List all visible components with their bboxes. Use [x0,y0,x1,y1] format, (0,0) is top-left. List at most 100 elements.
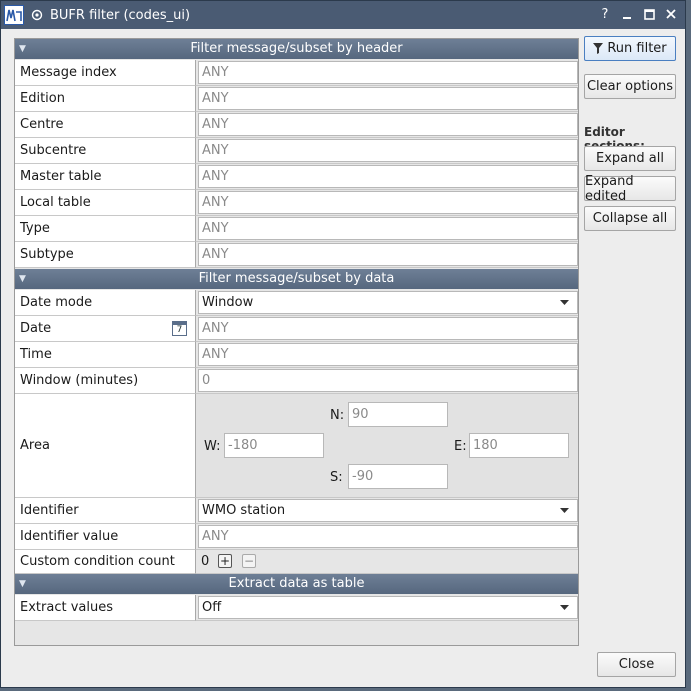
run-filter-button[interactable]: Run filter [584,36,676,61]
date-mode-select[interactable]: Window [198,291,578,314]
date-mode-value: Window [202,295,254,310]
custom-count-value: 0 [201,554,210,569]
date-input[interactable]: ANY [198,317,578,340]
row-label: Type [15,216,196,242]
row-label: Identifier value [15,524,196,550]
row-label: Edition [15,86,196,112]
collapse-all-label: Collapse all [592,211,668,226]
row-date: Date 7 ANY [15,316,578,342]
row-extract-values: Extract values Off [15,595,578,621]
row-label: Time [15,342,196,368]
subcentre-input[interactable]: ANY [198,139,578,162]
maximize-button[interactable] [641,5,657,23]
row-date-mode: Date mode Window [15,290,578,316]
clear-options-label: Clear options [586,79,673,94]
row-window-minutes: Window (minutes) 0 [15,368,578,394]
row-label: Subtype [15,242,196,268]
window-title: BUFR filter (codes_ui) [50,7,191,23]
row-centre: Centre ANY [15,112,578,138]
row-local-table: Local table ANY [15,190,578,216]
time-input[interactable]: ANY [198,343,578,366]
area-editor: N: 90 W: -180 E: 180 S: -90 [196,394,578,498]
maximize-icon [643,8,655,20]
collapse-triangle-icon: ▼ [19,579,26,589]
expand-all-button[interactable]: Expand all [584,146,676,171]
title-bar[interactable]: BUFR filter (codes_ui) ? [1,1,685,29]
message-index-input[interactable]: ANY [198,61,578,84]
row-area: Area N: 90 W: -180 E: 180 S: -90 [15,394,578,498]
close-label: Close [618,657,655,672]
close-button[interactable]: Close [597,652,676,677]
bufr-filter-window: BUFR filter (codes_ui) ? ▼ Filter messag… [0,0,686,688]
row-label: Area [15,394,196,498]
south-input[interactable]: -90 [348,464,448,489]
calendar-icon[interactable]: 7 [172,321,187,336]
row-label: Date mode [15,290,196,316]
row-identifier-value: Identifier value ANY [15,524,578,550]
section-title: Filter message/subset by header [190,41,403,56]
row-label: Window (minutes) [15,368,196,394]
section-header-filter-by-header[interactable]: ▼ Filter message/subset by header [15,39,578,59]
identifier-value-text: WMO station [202,503,286,518]
window-minutes-input[interactable]: 0 [198,369,578,392]
north-input[interactable]: 90 [348,402,448,427]
east-label: E: [454,439,467,454]
row-label: Local table [15,190,196,216]
expand-edited-button[interactable]: Expand edited [584,174,676,204]
section-header-extract-data[interactable]: ▼ Extract data as table [15,574,578,594]
west-input[interactable]: -180 [224,433,324,458]
help-icon: ? [601,6,609,22]
centre-input[interactable]: ANY [198,113,578,136]
local-table-input[interactable]: ANY [198,191,578,214]
minus-icon: − [243,554,255,568]
row-label: Centre [15,112,196,138]
minimize-icon [623,17,631,19]
type-input[interactable]: ANY [198,217,578,240]
edition-input[interactable]: ANY [198,87,578,110]
dropdown-arrow-icon [560,604,569,610]
west-label: W: [204,439,221,454]
run-filter-label: Run filter [607,41,667,56]
section-title: Extract data as table [228,576,365,591]
filter-icon [593,43,604,54]
close-window-button[interactable] [663,5,679,23]
identifier-value-input[interactable]: ANY [198,525,578,548]
section-header-filter-by-data[interactable]: ▼ Filter message/subset by data [15,269,578,289]
window-menu-icon[interactable] [30,8,44,22]
row-time: Time ANY [15,342,578,368]
row-label: Extract values [15,595,196,621]
plus-icon: + [219,554,231,568]
row-label: Custom condition count [15,550,196,574]
east-input[interactable]: 180 [469,433,569,458]
collapse-triangle-icon: ▼ [19,44,26,54]
section-title: Filter message/subset by data [198,271,395,286]
extract-values-select[interactable]: Off [198,596,578,619]
clear-options-button[interactable]: Clear options [584,74,676,99]
subtype-input[interactable]: ANY [198,243,578,266]
row-label-text: Date [20,321,52,336]
row-label: Date [15,316,196,342]
row-custom-condition-count: Custom condition count 0 + − [15,550,578,574]
options-editor: ▼ Filter message/subset by header Messag… [14,38,579,646]
identifier-select[interactable]: WMO station [198,499,578,522]
south-label: S: [330,470,343,485]
add-condition-button[interactable]: + [218,554,232,568]
calendar-day: 7 [176,325,183,335]
expand-all-label: Expand all [596,151,664,166]
dropdown-arrow-icon [560,299,569,305]
dropdown-arrow-icon [560,507,569,513]
collapse-all-button[interactable]: Collapse all [584,206,676,231]
row-subtype: Subtype ANY [15,242,578,268]
row-label: Identifier [15,498,196,524]
app-logo-icon [4,5,24,25]
close-icon [666,9,676,19]
help-button[interactable]: ? [597,5,613,23]
row-label: Master table [15,164,196,190]
collapse-triangle-icon: ▼ [19,274,26,284]
master-table-input[interactable]: ANY [198,165,578,188]
minimize-button[interactable] [619,5,635,23]
extract-values-text: Off [202,600,222,615]
row-subcentre: Subcentre ANY [15,138,578,164]
remove-condition-button[interactable]: − [242,554,256,568]
row-label: Subcentre [15,138,196,164]
